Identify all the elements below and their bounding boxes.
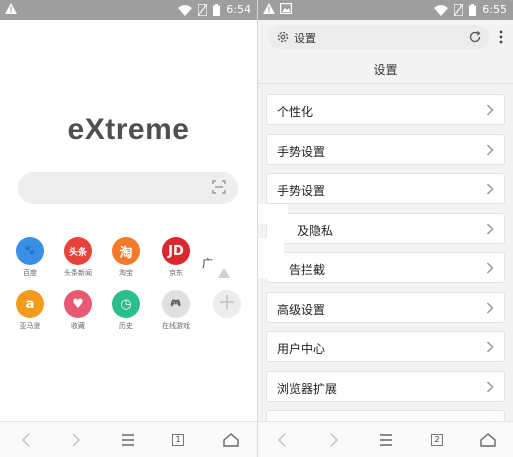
- back-icon[interactable]: [274, 431, 292, 449]
- chevron-right-icon: [486, 104, 494, 116]
- status-bar: 6:54: [0, 0, 257, 20]
- tab-count-button[interactable]: 2: [431, 434, 443, 446]
- bottom-nav: 2: [258, 421, 513, 457]
- settings-row-label: 手势设置: [277, 144, 326, 159]
- shortcut-item[interactable]: JD 京东: [150, 237, 202, 278]
- warning-icon: [263, 3, 275, 14]
- shortcut-item[interactable]: ◷ 历史: [100, 290, 152, 331]
- browser-logo: eXtreme: [67, 113, 190, 146]
- shortcut-icon: ♥: [64, 290, 92, 318]
- home-screen: 6:54 eXtreme 🐾 百度 头条 头条新闻淘淘宝 JD 京东 a 亚马逊 ♥ 收藏 ◷ 历史 🎮…: [0, 0, 257, 457]
- status-time: 6:54: [226, 3, 251, 16]
- settings-row-label: 手势设置: [277, 184, 326, 198]
- scan-qr-icon[interactable]: [212, 180, 226, 194]
- status-time: 6:55: [482, 3, 507, 16]
- ad-label-fragment: 广: [202, 257, 213, 270]
- settings-row-label: 个性化: [277, 105, 314, 119]
- overlay-fragment: [258, 238, 284, 278]
- more-options-icon[interactable]: [499, 30, 503, 44]
- settings-row-label: 告拦截: [289, 263, 326, 277]
- shortcut-label: 头条新闻: [64, 269, 92, 277]
- warning-icon: [5, 3, 17, 14]
- home-icon[interactable]: [222, 431, 240, 449]
- settings-row[interactable]: 告拦截: [266, 252, 505, 283]
- shortcut-icon: ◷: [112, 290, 140, 318]
- shortcut-item[interactable]: 🐾 百度: [4, 237, 56, 278]
- menu-icon[interactable]: [377, 431, 395, 449]
- shortcut-label: 淘宝: [119, 269, 133, 277]
- no-sim-icon: [198, 4, 208, 16]
- shortcut-icon: 头条: [64, 237, 92, 265]
- shortcut-item[interactable]: 头条 头条新闻: [52, 237, 104, 278]
- shortcut-item[interactable]: 🎮 在线游戏: [150, 290, 202, 331]
- shortcut-icon: a: [16, 290, 44, 318]
- settings-row[interactable]: 浏览器扩展: [266, 370, 505, 402]
- shortcut-label: 亚马逊: [19, 322, 41, 330]
- page-title: 设置: [258, 57, 513, 84]
- shortcut-label: 收藏: [71, 322, 85, 330]
- shortcut-icon: JD: [162, 237, 190, 265]
- address-text: 设置: [294, 32, 316, 45]
- settings-row[interactable]: 用户中心: [266, 331, 505, 362]
- battery-icon: [469, 4, 477, 16]
- back-icon[interactable]: [18, 431, 36, 449]
- settings-row[interactable]: 高级设置: [266, 291, 505, 323]
- add-shortcut-button[interactable]: +: [213, 290, 241, 318]
- settings-row[interactable]: 手势设置: [266, 173, 505, 204]
- settings-row[interactable]: 个性化: [266, 94, 505, 125]
- settings-row-label: 高级设置: [277, 302, 326, 317]
- warning-triangle-icon: [218, 268, 230, 278]
- status-bar: 6:55: [258, 0, 513, 20]
- overlay-fragment: [258, 204, 288, 224]
- menu-icon[interactable]: [119, 431, 137, 449]
- chevron-right-icon: [486, 380, 494, 393]
- bottom-nav: 1: [0, 421, 257, 457]
- chevron-right-icon: [486, 262, 494, 274]
- home-icon[interactable]: [479, 431, 497, 449]
- chevron-right-icon: [486, 143, 494, 156]
- address-bar[interactable]: 设置: [268, 25, 490, 49]
- settings-row-label: 浏览器扩展: [277, 381, 338, 396]
- settings-row[interactable]: 手势设置: [266, 133, 505, 165]
- shortcut-label: 在线游戏: [162, 322, 190, 330]
- settings-row-label: 用户中心: [277, 342, 326, 356]
- settings-screen: 6:55 设置 设置 个性化 手势设置 手势设置 及隐私 告拦截 高级设置 用户中心 浏览器扩…: [258, 0, 513, 457]
- chevron-right-icon: [486, 222, 494, 235]
- shortcut-icon: 🐾: [16, 237, 44, 265]
- forward-icon[interactable]: [66, 431, 84, 449]
- no-sim-icon: [454, 4, 464, 16]
- shortcut-item[interactable]: ♥ 收藏: [52, 290, 104, 331]
- gear-icon: [277, 31, 289, 43]
- wifi-icon: [178, 4, 193, 16]
- shortcut-item[interactable]: a 亚马逊: [4, 290, 56, 331]
- reload-icon[interactable]: [468, 30, 482, 44]
- battery-icon: [213, 4, 221, 16]
- shortcut-label: 历史: [119, 322, 133, 330]
- shortcut-icon: 淘: [112, 237, 140, 265]
- shortcut-label: 百度: [23, 269, 37, 277]
- image-icon: [280, 3, 292, 14]
- chevron-right-icon: [486, 341, 494, 353]
- chevron-right-icon: [486, 301, 494, 314]
- tab-count-button[interactable]: 1: [172, 434, 184, 446]
- chevron-right-icon: [486, 183, 494, 195]
- shortcut-label: 京东: [169, 269, 183, 277]
- shortcut-icon: 🎮: [162, 290, 190, 318]
- wifi-icon: [434, 4, 449, 16]
- search-bar[interactable]: [18, 172, 238, 204]
- shortcut-item[interactable]: 淘淘宝: [100, 237, 152, 278]
- forward-icon[interactable]: [324, 431, 342, 449]
- settings-row-label: 及隐私: [297, 223, 334, 238]
- settings-row[interactable]: 及隐私: [266, 212, 505, 244]
